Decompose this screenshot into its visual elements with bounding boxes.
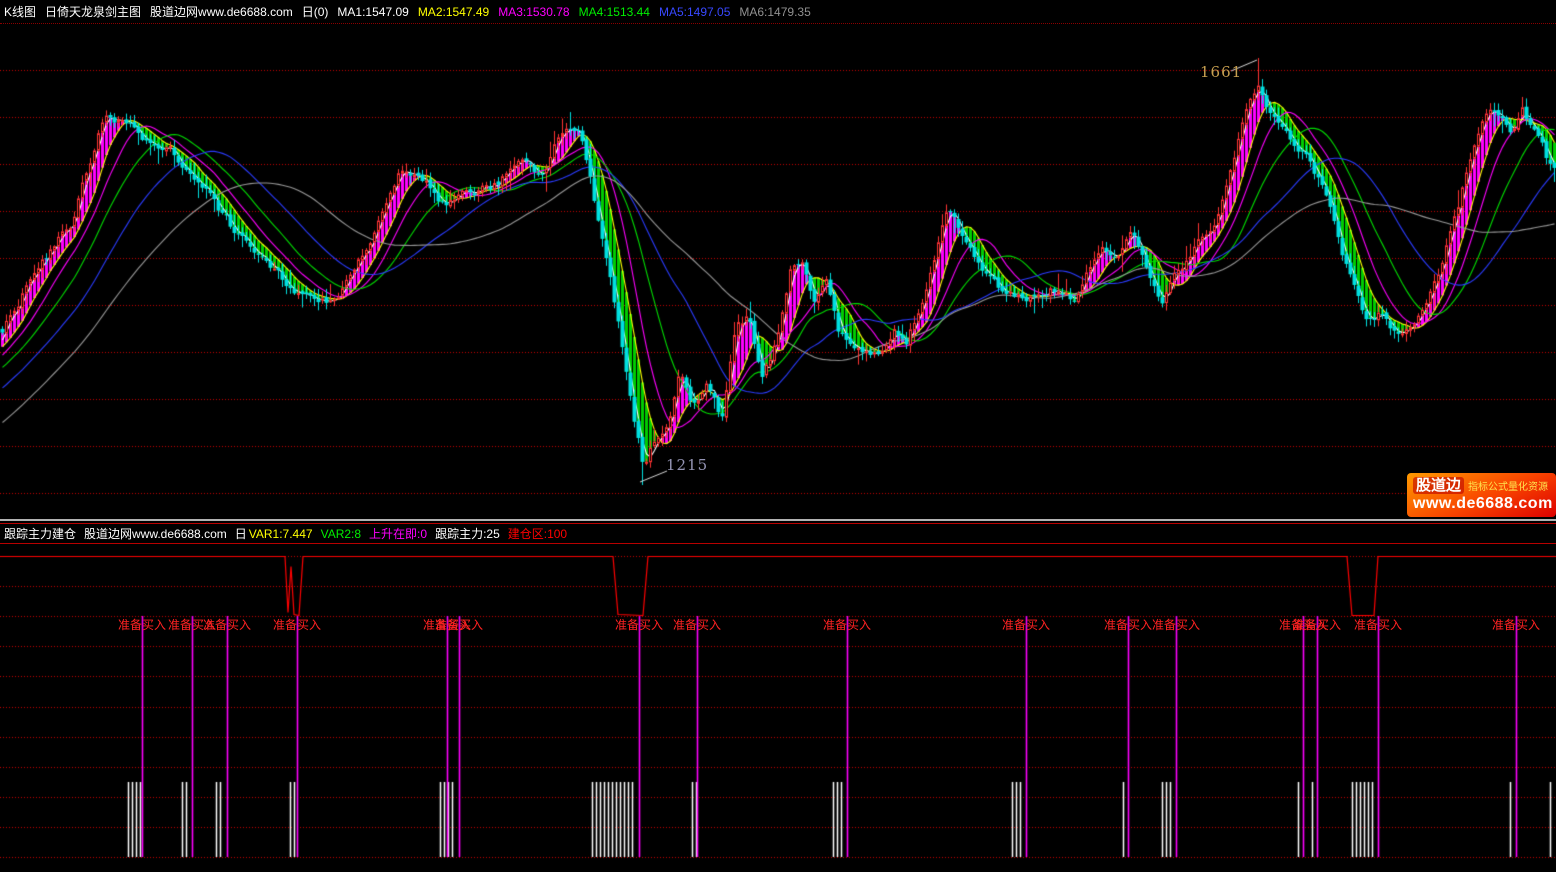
buy-signal-label: 准备买入: [118, 619, 166, 631]
indicator-panel-header: 跟踪主力建仓 股道边网www.de6688.com 日 VAR1:7.447 V…: [0, 523, 1556, 544]
indicator-name[interactable]: 日倚天龙泉剑主图: [45, 6, 141, 18]
buy-signal-label: 准备买入: [435, 619, 483, 631]
buy-signal-label: 准备买入: [1002, 619, 1050, 631]
var2-value: VAR2:8: [321, 528, 361, 540]
chart-type-label[interactable]: K线图: [4, 6, 36, 18]
rise-soon-value: 上升在即:0: [369, 528, 427, 540]
chart-canvas[interactable]: [0, 0, 1556, 872]
watermark-text: 股道边网www.de6688.com: [150, 6, 293, 18]
buy-signal-label: 准备买入: [1152, 619, 1200, 631]
logo-brand: 股道边: [1413, 477, 1464, 494]
ma6-value: MA6:1479.35: [739, 6, 810, 18]
build-zone-value: 建仓区:100: [508, 528, 567, 540]
buy-signal-label: 准备买入: [1293, 619, 1341, 631]
price-high-annotation: 1661: [1200, 63, 1242, 81]
buy-signal-label: 准备买入: [1354, 619, 1402, 631]
main-chart-header: K线图 日倚天龙泉剑主图 股道边网www.de6688.com 日(0) MA1…: [0, 0, 1556, 24]
ma2-value: MA2:1547.49: [418, 6, 489, 18]
panel-splitter[interactable]: [0, 519, 1556, 521]
ma5-value: MA5:1497.05: [659, 6, 730, 18]
period-selector[interactable]: 日(0): [302, 6, 329, 18]
ma3-value: MA3:1530.78: [498, 6, 569, 18]
period-icon[interactable]: 日: [235, 528, 247, 540]
buy-signal-label: 准备买入: [615, 619, 663, 631]
ma4-value: MA4:1513.44: [579, 6, 650, 18]
track-main-value: 跟踪主力:25: [435, 528, 500, 540]
var1-value: VAR1:7.447: [249, 528, 313, 540]
buy-signal-label: 准备买入: [203, 619, 251, 631]
watermark-logo[interactable]: 股道边 指标公式量化资源 www.de6688.com: [1407, 473, 1556, 517]
price-low-annotation: 1215: [666, 456, 708, 474]
watermark-text: 股道边网www.de6688.com: [84, 528, 227, 540]
buy-signal-label: 准备买入: [1492, 619, 1540, 631]
buy-signal-label: 准备买入: [823, 619, 871, 631]
buy-signal-label: 准备买入: [1104, 619, 1152, 631]
ma1-value: MA1:1547.09: [337, 6, 408, 18]
buy-signal-label: 准备买入: [273, 619, 321, 631]
logo-tagline: 指标公式量化资源: [1468, 478, 1548, 493]
trading-app-window: K线图 日倚天龙泉剑主图 股道边网www.de6688.com 日(0) MA1…: [0, 0, 1556, 872]
logo-url: www.de6688.com: [1413, 494, 1556, 514]
indicator-title[interactable]: 跟踪主力建仓: [4, 528, 76, 540]
buy-signal-label: 准备买入: [673, 619, 721, 631]
